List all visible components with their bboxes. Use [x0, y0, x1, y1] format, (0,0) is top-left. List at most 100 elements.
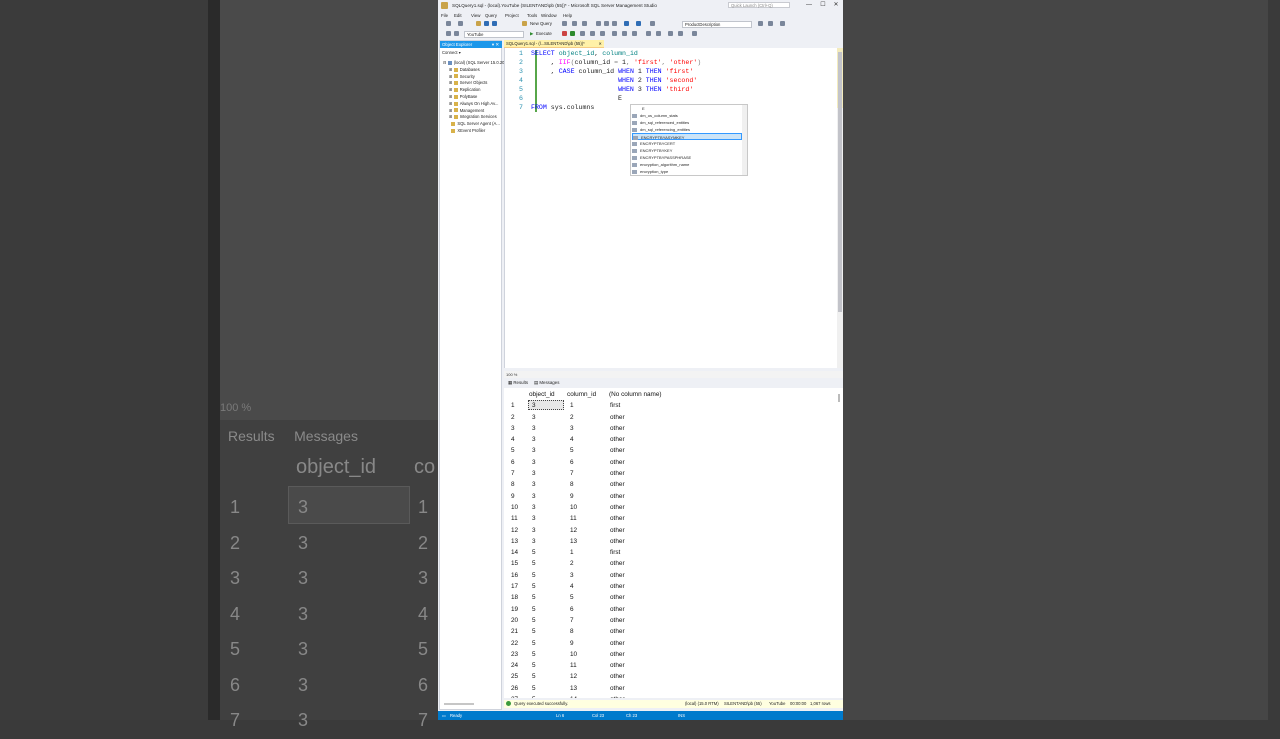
tab-results[interactable]: ▦ Results — [508, 380, 528, 386]
table-cell[interactable]: other — [610, 525, 625, 536]
table-cell[interactable]: other — [610, 423, 625, 434]
table-cell[interactable]: 14 — [570, 694, 577, 698]
table-cell[interactable]: other — [610, 558, 625, 569]
horizontal-scrollbar[interactable] — [444, 703, 474, 705]
specify-values-icon[interactable] — [692, 31, 697, 36]
intellisense-item[interactable]: encryption_algorithm_name — [632, 161, 742, 168]
table-cell[interactable]: 5 — [532, 615, 536, 626]
table-cell[interactable]: other — [610, 513, 625, 524]
decrease-indent-icon[interactable] — [668, 31, 673, 36]
new-query-icon[interactable] — [522, 21, 527, 26]
table-cell[interactable]: other — [610, 468, 625, 479]
table-cell[interactable]: 5 — [532, 671, 536, 682]
table-cell[interactable]: 3 — [532, 513, 536, 524]
table-cell[interactable]: 5 — [570, 592, 574, 603]
table-cell[interactable]: other — [610, 581, 625, 592]
table-row[interactable]: 9 3 9 other — [504, 491, 834, 502]
table-cell[interactable]: first — [610, 400, 620, 411]
cut-icon[interactable] — [596, 21, 601, 26]
mdx-query-icon[interactable] — [572, 21, 577, 26]
table-cell[interactable]: 5 — [532, 547, 536, 558]
table-cell[interactable]: other — [610, 683, 625, 694]
table-cell[interactable]: other — [610, 412, 625, 423]
table-row[interactable]: 24 5 11 other — [504, 660, 834, 671]
find-icon[interactable] — [650, 21, 655, 26]
table-cell[interactable]: 5 — [532, 694, 536, 698]
table-cell[interactable]: other — [610, 660, 625, 671]
table-cell[interactable]: 3 — [570, 423, 574, 434]
results-scrollbar[interactable] — [838, 394, 840, 402]
table-row[interactable]: 20 5 7 other — [504, 615, 834, 626]
table-cell[interactable]: 3 — [532, 434, 536, 445]
table-cell[interactable]: 5 — [532, 604, 536, 615]
table-cell[interactable]: other — [610, 491, 625, 502]
table-row[interactable]: 15 5 2 other — [504, 558, 834, 569]
table-cell[interactable]: 1 — [570, 547, 574, 558]
table-cell[interactable]: 7 — [570, 468, 574, 479]
table-row[interactable]: 21 5 8 other — [504, 626, 834, 637]
table-cell[interactable]: 3 — [532, 491, 536, 502]
table-cell[interactable]: 2 — [570, 558, 574, 569]
quick-launch-input[interactable]: Quick Launch (Ctrl+Q) — [728, 2, 790, 8]
dmx-query-icon[interactable] — [582, 21, 587, 26]
intellisense-item[interactable]: E — [632, 105, 752, 112]
tree-node-7[interactable]: ⊞ Integration Services — [443, 114, 513, 121]
tree-node-5[interactable]: ⊞ Always On High Av... — [443, 101, 513, 108]
table-row[interactable]: 6 3 6 other — [504, 457, 834, 468]
tab-messages[interactable]: ▤ Messages — [534, 380, 559, 386]
table-cell[interactable]: other — [610, 694, 625, 698]
tree-node-8[interactable]: SQL Server Agent (A... — [443, 121, 513, 128]
table-cell[interactable]: 3 — [570, 570, 574, 581]
table-row[interactable]: 23 5 10 other — [504, 649, 834, 660]
intellisense-icon[interactable] — [600, 31, 605, 36]
tree-node-9[interactable]: XEvent Profiler — [443, 128, 513, 135]
table-cell[interactable]: other — [610, 457, 625, 468]
table-row[interactable]: 10 3 10 other — [504, 502, 834, 513]
table-row[interactable]: 4 3 4 other — [504, 434, 834, 445]
table-cell[interactable]: other — [610, 604, 625, 615]
table-row[interactable]: 27 5 14 other — [504, 694, 834, 698]
table-row[interactable]: 13 3 13 other — [504, 536, 834, 547]
paste-icon[interactable] — [612, 21, 617, 26]
comment-icon[interactable] — [646, 31, 651, 36]
undo-icon[interactable] — [624, 21, 629, 26]
intellisense-item[interactable]: ENCRYPTBYASYMKEY — [632, 133, 742, 140]
table-cell[interactable]: 6 — [570, 457, 574, 468]
table-cell[interactable]: 10 — [570, 502, 577, 513]
intellisense-item[interactable]: dm_sql_referenced_entities — [632, 119, 742, 126]
table-cell[interactable]: other — [610, 615, 625, 626]
table-row[interactable]: 12 3 12 other — [504, 525, 834, 536]
tree-node-0[interactable]: ⊞ Databases — [443, 67, 513, 74]
intellisense-scrollbar[interactable] — [742, 105, 747, 175]
table-cell[interactable]: 3 — [532, 525, 536, 536]
menu-help[interactable]: Help — [563, 13, 572, 18]
table-cell[interactable]: 5 — [532, 649, 536, 660]
intellisense-item[interactable]: ENCRYPTBYCERT — [632, 140, 742, 147]
table-cell[interactable]: 5 — [532, 626, 536, 637]
table-cell[interactable]: 4 — [570, 434, 574, 445]
toolbox-icon[interactable] — [780, 21, 785, 26]
intellisense-item[interactable]: ENCRYPTBYPASSPHRASE — [632, 154, 742, 161]
table-row[interactable]: 17 5 4 other — [504, 581, 834, 592]
intellisense-item[interactable]: dm_sql_referencing_entities — [632, 126, 742, 133]
save-icon[interactable] — [484, 21, 489, 26]
table-cell[interactable]: other — [610, 626, 625, 637]
increase-indent-icon[interactable] — [678, 31, 683, 36]
menu-project[interactable]: Project — [505, 13, 519, 18]
table-cell[interactable]: 8 — [570, 626, 574, 637]
table-cell[interactable]: other — [610, 536, 625, 547]
redo-icon[interactable] — [636, 21, 641, 26]
tree-node-3[interactable]: ⊞ Replication — [443, 87, 513, 94]
query-editor[interactable]: 1 SELECT object_id, column_id 2 , IIF(colu… — [504, 48, 843, 368]
forward-icon[interactable] — [458, 21, 463, 26]
menu-query[interactable]: Query — [485, 13, 497, 18]
solution-explorer-icon[interactable] — [758, 21, 763, 26]
table-cell[interactable]: 5 — [532, 638, 536, 649]
table-cell[interactable]: 3 — [532, 445, 536, 456]
table-cell[interactable]: 6 — [570, 604, 574, 615]
panel-pin-icon[interactable]: ▾ ✕ — [492, 41, 499, 48]
table-cell[interactable]: 5 — [532, 581, 536, 592]
column-header[interactable]: object_id — [529, 389, 555, 400]
close-button[interactable]: ✕ — [831, 1, 841, 9]
table-cell[interactable]: 2 — [570, 412, 574, 423]
